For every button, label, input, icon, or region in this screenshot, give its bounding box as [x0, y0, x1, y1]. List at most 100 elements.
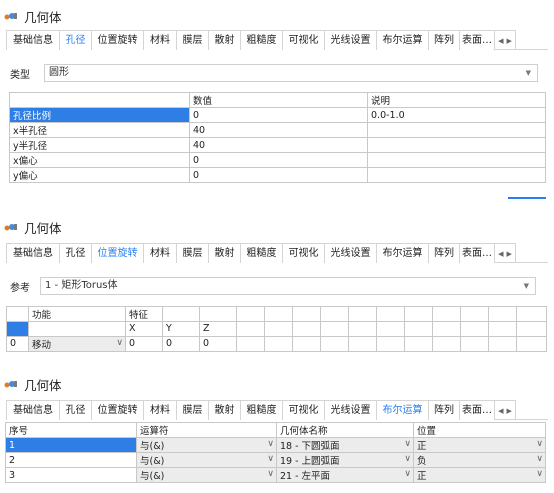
tab-surface[interactable]: 表面…: [459, 243, 495, 263]
tab-scatter[interactable]: 散射: [208, 243, 241, 263]
table-row[interactable]: 孔径比例 0 0.0-1.0: [9, 107, 546, 123]
tab-array[interactable]: 阵列: [428, 243, 460, 263]
table-row[interactable]: 3 与(&) ∨ 21 - 左平面 ∨ 正 ∨: [5, 467, 546, 483]
tab-ray-settings[interactable]: 光线设置: [324, 243, 377, 263]
tab-scroll-left-icon[interactable]: ◀: [498, 250, 503, 258]
row-index[interactable]: 2: [5, 452, 137, 468]
tab-basic-info[interactable]: 基础信息: [6, 30, 60, 50]
tab-scroll[interactable]: ◀ ▶: [494, 400, 516, 420]
tab-aperture[interactable]: 孔径: [59, 30, 92, 50]
tab-coating[interactable]: 膜层: [176, 400, 209, 420]
tab-aperture[interactable]: 孔径: [59, 400, 92, 420]
tab-visualization[interactable]: 可视化: [282, 400, 325, 420]
tab-basic-info[interactable]: 基础信息: [6, 243, 60, 263]
tab-surface[interactable]: 表面…: [459, 400, 495, 420]
tab-scroll-right-icon[interactable]: ▶: [507, 250, 512, 258]
tab-coating[interactable]: 膜层: [176, 243, 209, 263]
tab-surface[interactable]: 表面…: [459, 30, 495, 50]
geometry-combo[interactable]: 19 - 上圆弧面 ∨: [276, 452, 414, 468]
value-cell[interactable]: 0: [189, 152, 368, 168]
dropdown-arrow-icon[interactable]: ∨: [536, 439, 543, 449]
row-label[interactable]: 孔径比例: [9, 107, 190, 123]
row-index[interactable]: 3: [5, 467, 137, 483]
table-row[interactable]: y半孔径 40: [9, 137, 546, 153]
tab-material[interactable]: 材料: [143, 30, 177, 50]
dropdown-arrow-icon[interactable]: ∨: [404, 469, 411, 479]
function-combo[interactable]: 移动 ∨: [28, 335, 126, 352]
tab-scroll-left-icon[interactable]: ◀: [498, 407, 503, 415]
row-label[interactable]: x半孔径: [9, 122, 190, 138]
dropdown-arrow-icon[interactable]: ∨: [267, 454, 274, 464]
tab-scroll[interactable]: ◀ ▶: [494, 243, 516, 263]
tab-scroll-right-icon[interactable]: ▶: [507, 407, 512, 415]
tab-position-rotation[interactable]: 位置旋转: [91, 400, 144, 420]
description-cell: [367, 167, 546, 183]
operator-combo[interactable]: 与(&) ∨: [136, 452, 277, 468]
tab-roughness[interactable]: 粗糙度: [240, 243, 283, 263]
description-cell: 0.0-1.0: [367, 107, 546, 123]
tab-material[interactable]: 材料: [143, 400, 177, 420]
tab-ray-settings[interactable]: 光线设置: [324, 400, 377, 420]
row-label[interactable]: x偏心: [9, 152, 190, 168]
table-row[interactable]: x偏心 0: [9, 152, 546, 168]
dropdown-arrow-icon[interactable]: ∨: [404, 454, 411, 464]
tab-scroll-left-icon[interactable]: ◀: [498, 37, 503, 45]
scroll-indicator[interactable]: [508, 197, 546, 199]
row-label[interactable]: y偏心: [9, 167, 190, 183]
tab-array[interactable]: 阵列: [428, 30, 460, 50]
operator-combo[interactable]: 与(&) ∨: [136, 467, 277, 483]
position-combo[interactable]: 负 ∨: [413, 452, 546, 468]
tab-visualization[interactable]: 可视化: [282, 243, 325, 263]
value-cell[interactable]: 0: [189, 167, 368, 183]
tab-ray-settings[interactable]: 光线设置: [324, 30, 377, 50]
tab-coating[interactable]: 膜层: [176, 30, 209, 50]
tab-scatter[interactable]: 散射: [208, 30, 241, 50]
reference-select[interactable]: 1 - 矩形Torus体 ▼: [40, 277, 536, 295]
z-value-cell[interactable]: 0: [199, 335, 237, 352]
tab-roughness[interactable]: 粗糙度: [240, 30, 283, 50]
operator-combo-value: 与(&): [140, 441, 165, 452]
value-cell[interactable]: 40: [189, 137, 368, 153]
table-row[interactable]: x半孔径 40: [9, 122, 546, 138]
tab-aperture[interactable]: 孔径: [59, 243, 92, 263]
tab-basic-info[interactable]: 基础信息: [6, 400, 60, 420]
dropdown-arrow-icon[interactable]: ∨: [404, 439, 411, 449]
row-selector[interactable]: [6, 321, 29, 337]
tab-material[interactable]: 材料: [143, 243, 177, 263]
x-value-cell[interactable]: 0: [125, 335, 163, 352]
dropdown-arrow-icon[interactable]: ∨: [536, 454, 543, 464]
dropdown-arrow-icon[interactable]: ∨: [267, 469, 274, 479]
position-combo[interactable]: 正 ∨: [413, 437, 546, 453]
operator-combo[interactable]: 与(&) ∨: [136, 437, 277, 453]
dropdown-arrow-icon[interactable]: ∨: [116, 338, 123, 348]
tab-visualization[interactable]: 可视化: [282, 30, 325, 50]
tab-roughness[interactable]: 粗糙度: [240, 400, 283, 420]
value-cell[interactable]: 0: [189, 107, 368, 123]
geometry-combo[interactable]: 18 - 下圆弧面 ∨: [276, 437, 414, 453]
row-label[interactable]: y半孔径: [9, 137, 190, 153]
y-value-cell[interactable]: 0: [162, 335, 200, 352]
tab-array[interactable]: 阵列: [428, 400, 460, 420]
geometry-combo[interactable]: 21 - 左平面 ∨: [276, 467, 414, 483]
geometry-combo-value: 19 - 上圆弧面: [280, 456, 340, 467]
tab-scatter[interactable]: 散射: [208, 400, 241, 420]
value-cell[interactable]: 40: [189, 122, 368, 138]
position-combo-value: 负: [417, 456, 427, 467]
tab-scroll-right-icon[interactable]: ▶: [507, 37, 512, 45]
tab-scroll[interactable]: ◀ ▶: [494, 30, 516, 50]
tab-position-rotation[interactable]: 位置旋转: [91, 30, 144, 50]
table-row[interactable]: 1 与(&) ∨ 18 - 下圆弧面 ∨ 正 ∨: [5, 437, 546, 453]
row-index[interactable]: 1: [5, 437, 137, 453]
position-combo[interactable]: 正 ∨: [413, 467, 546, 483]
dropdown-arrow-icon[interactable]: ∨: [267, 439, 274, 449]
tab-position-rotation[interactable]: 位置旋转: [91, 243, 144, 263]
table-row[interactable]: 2 与(&) ∨ 19 - 上圆弧面 ∨ 负 ∨: [5, 452, 546, 468]
tab-boolean[interactable]: 布尔运算: [376, 400, 429, 420]
table-row[interactable]: y偏心 0: [9, 167, 546, 183]
type-select[interactable]: 圆形 ▼: [44, 64, 538, 82]
tab-boolean[interactable]: 布尔运算: [376, 30, 429, 50]
dropdown-arrow-icon[interactable]: ∨: [536, 469, 543, 479]
tab-boolean[interactable]: 布尔运算: [376, 243, 429, 263]
empty-cell: [264, 321, 293, 337]
table-row[interactable]: 0 移动 ∨ 0 0 0: [6, 335, 547, 352]
